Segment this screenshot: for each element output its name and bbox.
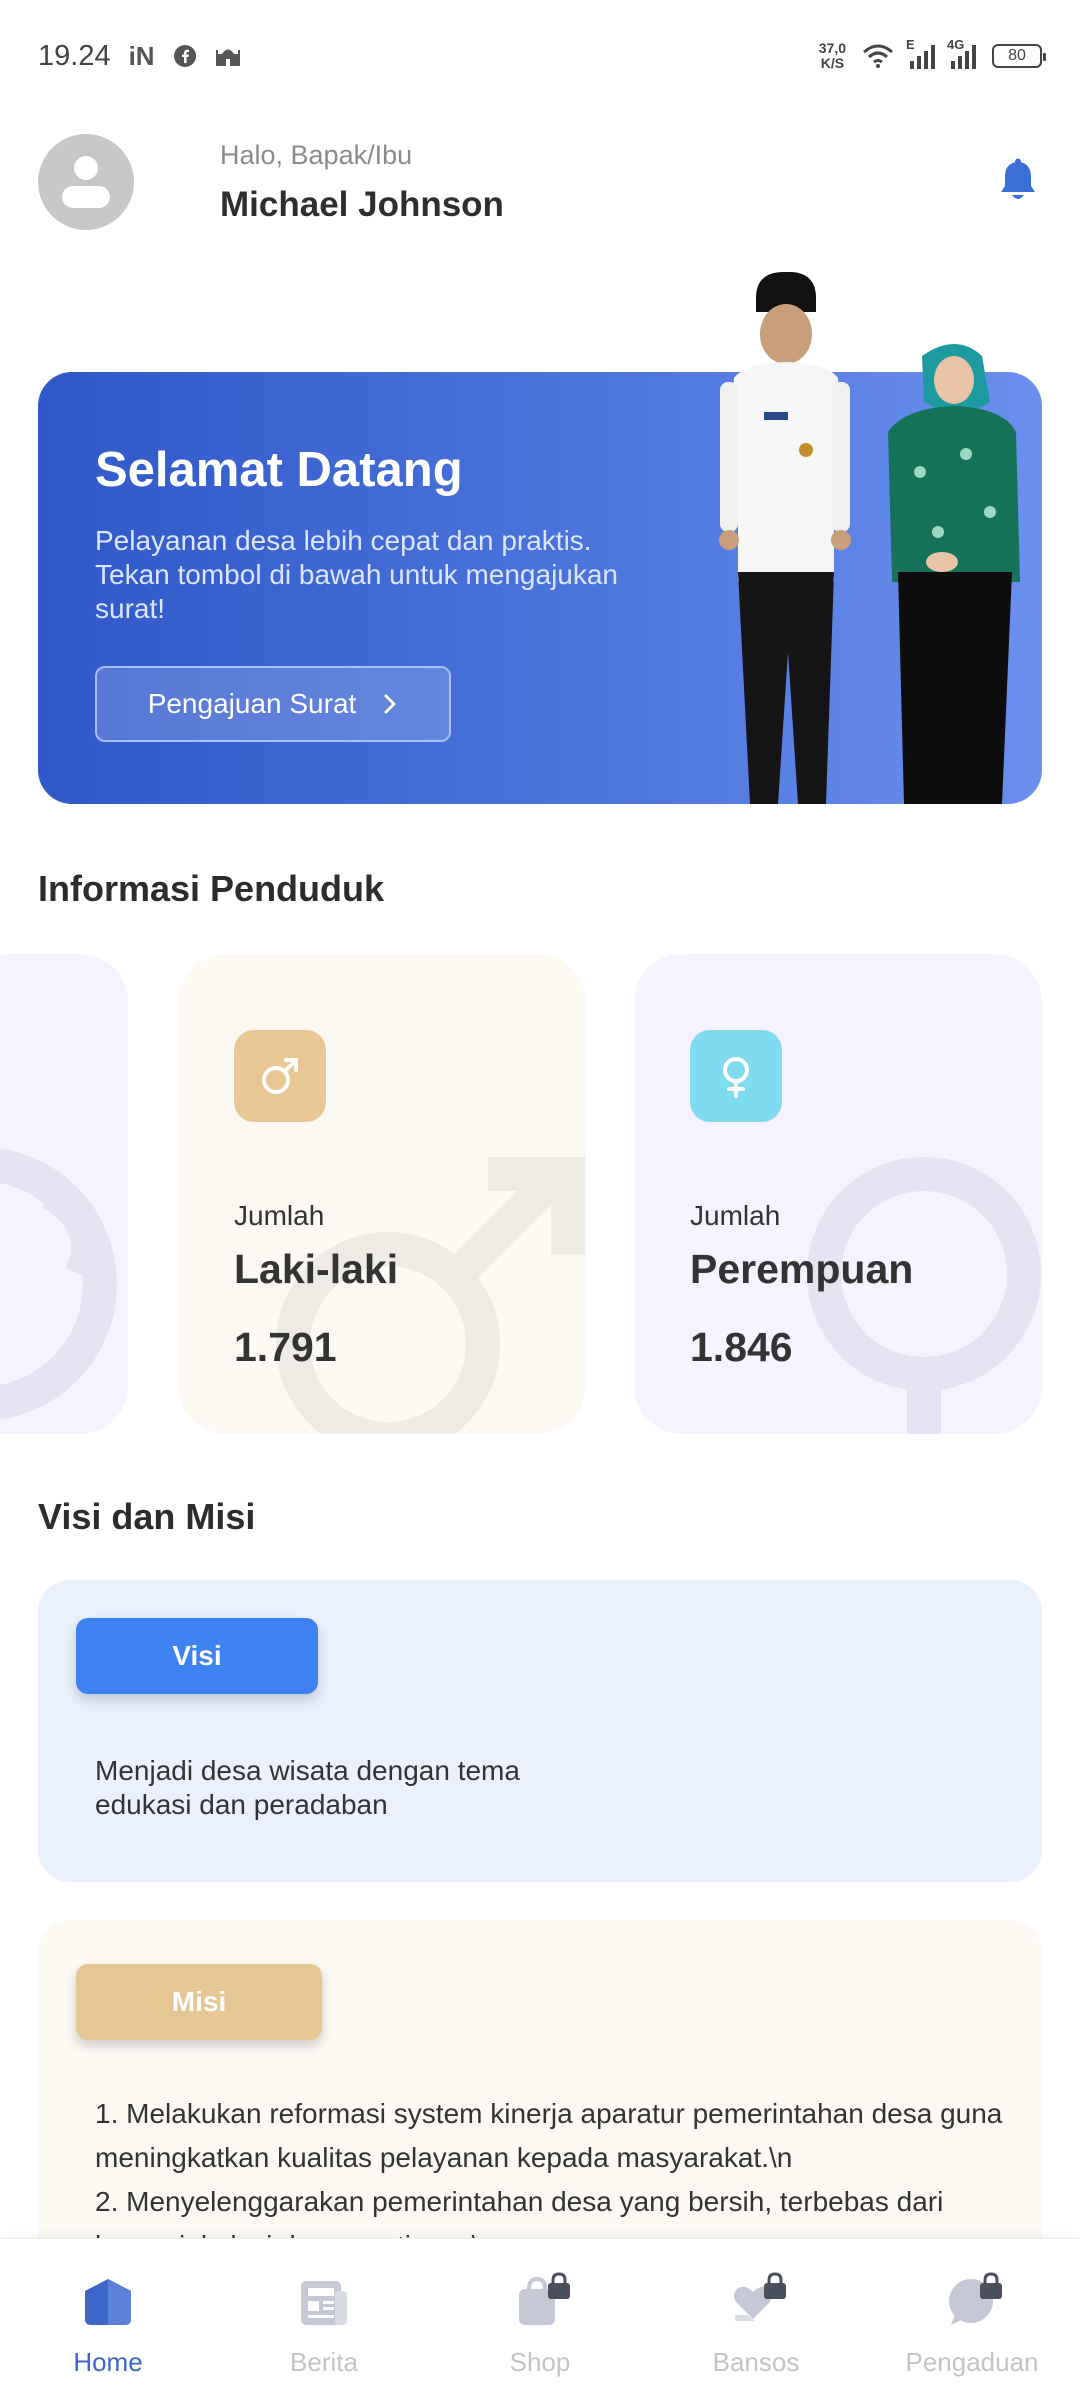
population-card-male[interactable]: Jumlah Laki-laki 1.791 [178,954,586,1434]
bottom-navigation: Home Berita Shop Bansos Pengaduan [0,2238,1080,2400]
bansos-icon [729,2272,786,2329]
nav-berita-label: Berita [290,2347,358,2377]
greeting-block: Halo, Bapak/Ibu Michael Johnson [220,140,504,225]
misi-card: Misi 1. Melakukan reformasi system kiner… [38,1920,1042,2280]
net-speed-unit: K/S [820,55,845,71]
nav-bansos[interactable]: Bansos [648,2239,864,2400]
watermark-shape [0,1148,117,1420]
misi-button[interactable]: Misi [76,1964,322,2040]
shop-icon [513,2272,570,2329]
nav-home[interactable]: Home [0,2239,216,2400]
pengajuan-surat-button[interactable]: Pengajuan Surat [95,666,451,742]
clock: 19.24 [38,39,111,72]
complaint-icon [945,2272,1002,2329]
greeting-text: Halo, Bapak/Ibu [220,139,413,170]
lock-icon [548,2272,570,2299]
officials-photo [719,272,1020,804]
mosque-icon [215,49,240,66]
signal-2-tag: 4G [947,37,965,52]
female-label: Perempuan [690,1246,914,1292]
visi-card: Visi Menjadi desa wisata dengan tema edu… [38,1580,1042,1882]
nav-pengaduan[interactable]: Pengaduan [864,2239,1080,2400]
banner-title: Selamat Datang [95,443,463,497]
male-watermark-icon [276,1157,585,1434]
in-notification-icon: iN [128,40,155,71]
male-label-small: Jumlah [234,1200,325,1231]
male-chip [234,1030,326,1122]
female-watermark-icon [807,1157,1041,1434]
male-count: 1.791 [234,1324,337,1370]
female-label-small: Jumlah [690,1200,781,1231]
avatar-head-shape [74,156,98,180]
nav-shop-label: Shop [509,2347,571,2377]
banner-description: Pelayanan desa lebih cepat dan praktis. … [95,525,619,624]
net-speed-value: 37,0 [818,40,846,56]
male-icon [262,1058,298,1094]
notification-bell-icon[interactable] [998,158,1038,204]
pengajuan-surat-label: Pengajuan Surat [147,688,357,719]
facebook-icon [173,45,196,67]
status-right: 37,0 K/S E 4G 80 [819,37,1046,71]
nav-bansos-label: Bansos [712,2347,800,2377]
visi-misi-section-title: Visi dan Misi [38,1496,256,1537]
nav-shop[interactable]: Shop [432,2239,648,2400]
user-name: Michael Johnson [220,184,504,224]
male-label: Laki-laki [234,1246,399,1292]
status-left: 19.24 iN [38,40,241,73]
cell-signal-2-icon: 4G [947,37,976,69]
wifi-icon [863,44,893,68]
header: Halo, Bapak/Ibu Michael Johnson [38,132,1042,232]
nav-home-label: Home [73,2347,143,2377]
welcome-banner: Selamat Datang Pelayanan desa lebih cepa… [38,272,1042,804]
battery-icon: 80 [992,44,1046,68]
nav-berita[interactable]: Berita [216,2239,432,2400]
cell-signal-1-icon: E [906,37,935,69]
signal-1-tag: E [906,37,915,52]
population-section-title: Informasi Penduduk [38,868,385,909]
nav-pengaduan-label: Pengaduan [905,2347,1039,2377]
avatar-body-shape [62,186,110,208]
network-speed: 37,0 K/S [819,41,846,71]
home-icon [85,2279,131,2325]
population-card-partial[interactable] [0,954,128,1434]
news-icon [301,2281,347,2325]
avatar[interactable] [38,134,134,230]
chevron-right-icon [384,694,396,714]
lock-icon [980,2272,1002,2299]
population-card-female[interactable]: Jumlah Perempuan 1.846 [634,954,1042,1434]
visi-text: Menjadi desa wisata dengan tema edukasi … [95,1755,520,1820]
female-icon [723,1057,749,1098]
female-count: 1.846 [690,1324,793,1370]
lock-icon [764,2272,786,2299]
female-chip [690,1030,782,1122]
battery-level: 80 [1008,47,1026,64]
status-bar: 19.24 iN 37,0 K/S E 4G 80 [0,0,1080,112]
visi-button[interactable]: Visi [76,1618,318,1694]
